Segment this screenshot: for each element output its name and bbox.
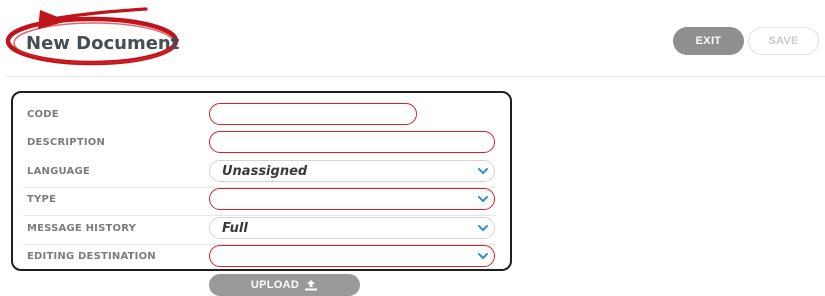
header-divider xyxy=(6,76,825,77)
exit-button[interactable]: EXIT xyxy=(673,27,744,55)
chevron-down-icon xyxy=(478,196,488,202)
editing-destination-select[interactable] xyxy=(209,245,495,267)
form-row-type: TYPE xyxy=(13,188,510,216)
upload-icon xyxy=(305,280,318,291)
document-form: CODE DESCRIPTION LANGUAGE Unassigned TYP… xyxy=(11,91,512,271)
form-row-message-history: MESSAGE HISTORY Full xyxy=(13,217,510,245)
message-history-select[interactable]: Full xyxy=(209,217,495,239)
code-input[interactable] xyxy=(209,103,417,125)
code-label: CODE xyxy=(27,109,59,120)
form-row-code: CODE xyxy=(13,103,510,127)
save-button[interactable]: SAVE xyxy=(748,27,819,55)
form-row-description: DESCRIPTION xyxy=(13,131,510,155)
chevron-down-icon xyxy=(478,253,488,259)
message-history-label: MESSAGE HISTORY xyxy=(27,223,137,234)
language-label: LANGUAGE xyxy=(27,166,90,177)
form-row-language: LANGUAGE Unassigned xyxy=(13,160,510,188)
upload-label: UPLOAD xyxy=(250,279,300,291)
description-input[interactable] xyxy=(209,131,495,153)
description-label: DESCRIPTION xyxy=(27,137,106,148)
editing-destination-label: EDITING DESTINATION xyxy=(27,251,156,262)
row-divider xyxy=(23,215,496,216)
language-value: Unassigned xyxy=(222,164,308,179)
title-area: New Document xyxy=(6,4,184,72)
page-title: New Document xyxy=(26,33,180,54)
form-row-editing-destination: EDITING DESTINATION xyxy=(13,245,510,269)
type-label: TYPE xyxy=(27,194,57,205)
message-history-value: Full xyxy=(222,221,248,236)
language-select[interactable]: Unassigned xyxy=(209,160,495,182)
type-select[interactable] xyxy=(209,188,495,210)
chevron-down-icon xyxy=(478,225,488,231)
chevron-down-icon xyxy=(478,168,488,174)
